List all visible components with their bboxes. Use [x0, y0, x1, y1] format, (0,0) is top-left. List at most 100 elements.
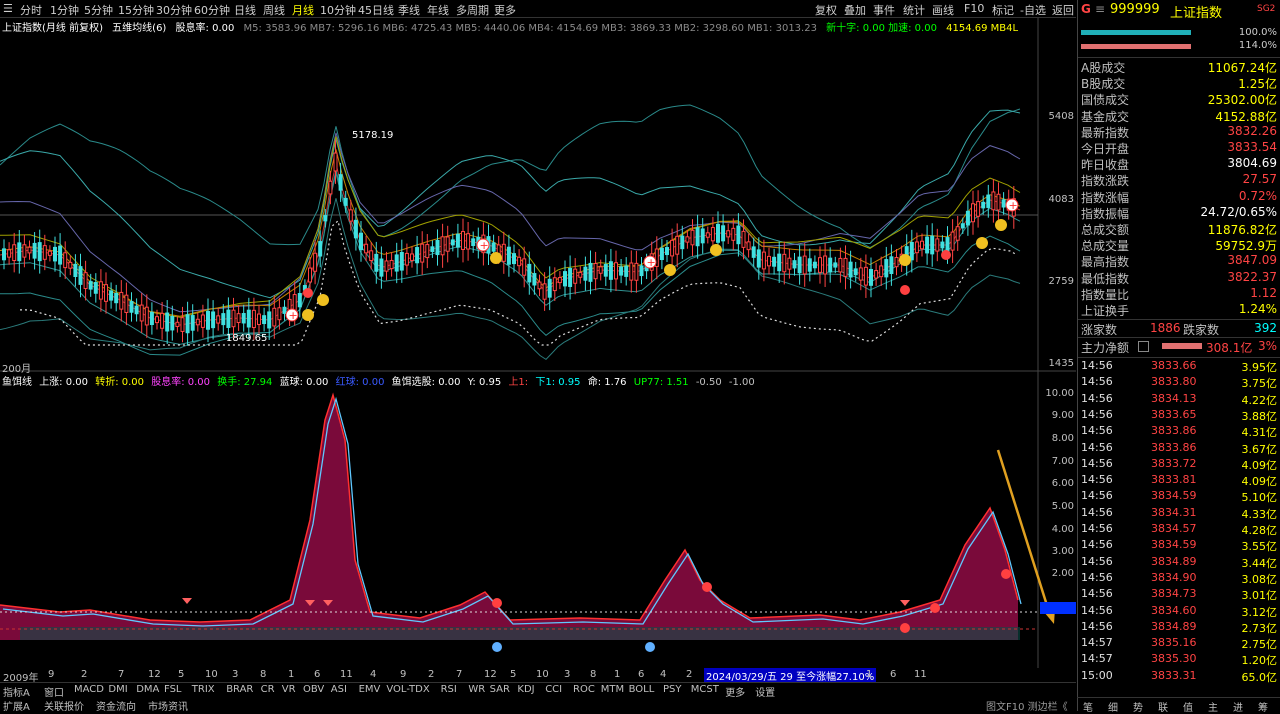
period-tab[interactable]: 周线 — [263, 2, 285, 18]
candle-body — [206, 310, 210, 330]
red-ball-icon — [303, 288, 313, 298]
f10-button[interactable]: F10 — [964, 2, 984, 15]
tab-16[interactable]: SAR — [490, 684, 510, 695]
events-button[interactable]: 事件 — [873, 2, 895, 18]
period-tab-active[interactable]: 月线 — [292, 2, 314, 18]
period-tab[interactable]: 5分钟 — [84, 2, 113, 18]
panel-tab[interactable]: 值 — [1183, 699, 1193, 714]
tab-22[interactable]: PSY — [663, 684, 682, 695]
tab-9[interactable]: VR — [282, 684, 296, 695]
period-tab[interactable]: 30分钟 — [156, 2, 192, 18]
candle-body — [818, 257, 822, 273]
period-tab[interactable]: 10分钟 — [320, 2, 356, 18]
stat-label: 上证换手 — [1081, 304, 1130, 318]
stats-button[interactable]: 统计 — [903, 2, 925, 18]
kline-chart[interactable]: + + + + — [0, 18, 1076, 668]
candle-body — [710, 227, 715, 242]
tab-12[interactable]: EMV — [359, 684, 381, 695]
candle-body — [863, 266, 868, 286]
candle-body — [333, 152, 338, 172]
period-tab[interactable]: 季线 — [398, 2, 420, 18]
candle-body — [2, 248, 6, 261]
toolbar-menu-icon[interactable]: ☰ — [3, 2, 13, 15]
tab-5[interactable]: FSL — [164, 684, 182, 695]
tab-10[interactable]: OBV — [303, 684, 324, 695]
candle-body — [53, 246, 57, 262]
candle-body — [32, 242, 37, 259]
panel-tab[interactable]: 笔 — [1083, 699, 1093, 714]
back-button[interactable]: 返回 — [1052, 2, 1074, 18]
overlay-button[interactable]: 叠加 — [844, 2, 866, 18]
period-tab[interactable]: 60分钟 — [194, 2, 230, 18]
red-ball-icon — [941, 250, 951, 260]
tab-3[interactable]: DMI — [108, 684, 127, 695]
candle-body — [119, 291, 124, 310]
candle-body — [277, 307, 282, 321]
candle-body — [440, 236, 445, 256]
tab-17[interactable]: KDJ — [517, 684, 534, 695]
tab-13[interactable]: VOL-TDX — [386, 684, 429, 695]
candle-body — [894, 257, 899, 268]
candle-body — [909, 241, 914, 261]
tab-19[interactable]: ROC — [573, 684, 595, 695]
period-tab[interactable]: 日线 — [234, 2, 256, 18]
main-flow-toggle[interactable] — [1138, 341, 1149, 352]
tab-18[interactable]: CCI — [545, 684, 562, 695]
candle-body — [792, 260, 797, 269]
panel-tab[interactable]: 联 — [1158, 699, 1168, 714]
tab-21[interactable]: BOLL — [629, 684, 655, 695]
mark-button[interactable]: 标记 — [992, 2, 1014, 18]
period-tab[interactable]: 更多 — [494, 2, 516, 18]
period-tab[interactable]: 45日线 — [358, 2, 394, 18]
stat-value: 11876.82亿 — [1207, 223, 1277, 237]
period-tab[interactable]: 分时 — [20, 2, 42, 18]
tab-7[interactable]: BRAR — [226, 684, 253, 695]
candle-body — [394, 254, 399, 272]
axis-label-sub: 3.00 — [1051, 546, 1074, 557]
tab-2[interactable]: MACD — [74, 684, 104, 695]
tab-23[interactable]: MCST — [691, 684, 719, 695]
candle-body — [853, 268, 858, 276]
candle-body — [348, 209, 353, 222]
candle-body — [68, 261, 73, 269]
tab-20[interactable]: MTM — [601, 684, 624, 695]
candle-body — [165, 312, 170, 332]
watchlist-button[interactable]: -自选 — [1020, 2, 1046, 18]
candle-body — [680, 235, 685, 250]
candle-body — [455, 233, 460, 248]
band-line — [0, 104, 1021, 249]
axis-label-main: 5408 — [1048, 111, 1074, 122]
restore-rights-button[interactable]: 复权 — [815, 2, 837, 18]
candle-body — [231, 309, 236, 328]
period-tab[interactable]: 15分钟 — [118, 2, 154, 18]
tab-11[interactable]: ASI — [331, 684, 347, 695]
candle-body — [563, 271, 567, 287]
tab-15[interactable]: WR — [468, 684, 485, 695]
period-tab[interactable]: 多周期 — [456, 2, 489, 18]
sub-line-blue — [2, 396, 1022, 627]
stat-label: 总成交额 — [1081, 223, 1130, 237]
tab-6[interactable]: TRIX — [192, 684, 215, 695]
panel-tab[interactable]: 细 — [1108, 699, 1118, 714]
panel-tab[interactable]: 主 — [1208, 699, 1218, 714]
candle-body — [251, 309, 256, 329]
candle-body — [542, 283, 547, 300]
menu-icon[interactable]: ≡ — [1095, 2, 1105, 16]
tab-8[interactable]: CR — [261, 684, 275, 695]
tab-4[interactable]: DMA — [136, 684, 159, 695]
period-tab[interactable]: 1分钟 — [50, 2, 79, 18]
panel-tab[interactable]: 进 — [1233, 699, 1243, 714]
candle-body — [695, 227, 700, 247]
draw-line-button[interactable]: 画线 — [932, 2, 954, 18]
tab-14[interactable]: RSI — [441, 684, 457, 695]
period-tab[interactable]: 年线 — [427, 2, 449, 18]
candle-body — [445, 236, 450, 252]
panel-tab[interactable]: 筹 — [1258, 699, 1268, 714]
candle-body — [823, 255, 828, 275]
candle-body — [1001, 199, 1006, 208]
candle-body — [772, 256, 777, 267]
candle-body — [828, 257, 833, 273]
tick-row: 14:56 3834.59 5.10亿 — [1081, 489, 1277, 505]
tick-price: 3833.31 — [1151, 668, 1197, 682]
panel-tab[interactable]: 势 — [1133, 699, 1143, 714]
